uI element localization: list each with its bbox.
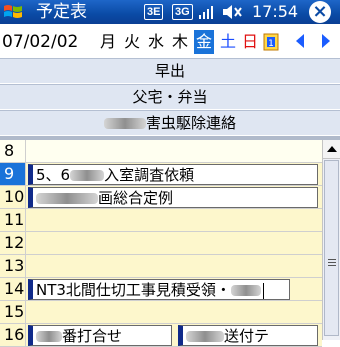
appointment-14-editing[interactable]: NT3北間仕切工事見積受領・ — [28, 279, 290, 300]
hour-label: 14 — [0, 278, 26, 300]
date-bar: 07/02/02 月 火 水 木 金 土 日 1 — [0, 26, 340, 58]
hour-label: 9 — [0, 163, 26, 185]
redacted-text — [186, 331, 224, 342]
hour-row[interactable]: 12 — [0, 232, 322, 255]
signal-icon[interactable] — [198, 4, 214, 20]
hour-label: 8 — [0, 140, 26, 162]
appointment-text: 画総合定例 — [98, 189, 174, 207]
week-view-icon[interactable]: 1 — [262, 31, 282, 53]
windows-start-icon[interactable] — [2, 2, 24, 22]
battery-icon[interactable]: 3E — [144, 4, 164, 20]
all-day-event[interactable]: 害虫駆除連絡 — [0, 110, 340, 135]
current-date[interactable]: 07/02/02 — [2, 31, 78, 53]
app-title: 予定表 — [36, 2, 87, 22]
hour-label: 13 — [0, 255, 26, 277]
appointment-text: NT3北間仕切工事見積受領・ — [36, 281, 231, 299]
redacted-text — [230, 285, 261, 296]
hour-row[interactable]: 11 — [0, 209, 322, 232]
grip-line — [328, 259, 336, 260]
scroll-up-button[interactable] — [323, 140, 340, 159]
svg-text:1: 1 — [268, 39, 274, 49]
hour-label: 11 — [0, 209, 26, 231]
appointment-10[interactable]: 画総合定例 — [28, 187, 318, 208]
day-tue[interactable]: 火 — [122, 30, 142, 54]
all-day-event[interactable]: 父宅・弁当 — [0, 84, 340, 109]
day-mon[interactable]: 月 — [98, 30, 118, 54]
scroll-thumb[interactable] — [324, 160, 339, 336]
hour-row[interactable]: 13 — [0, 255, 322, 278]
day-thu[interactable]: 木 — [170, 30, 190, 54]
grip-line — [328, 265, 336, 266]
vertical-scrollbar[interactable] — [322, 140, 340, 340]
day-sun[interactable]: 日 — [240, 30, 260, 54]
hour-row[interactable]: 15 — [0, 301, 322, 324]
appointment-text: 番打合せ — [62, 327, 123, 345]
hour-grid: 8 9 10 11 12 13 14 15 16 5、6 入室調査依頼 画総合定例… — [0, 140, 322, 347]
appointment-16a[interactable]: 番打合せ — [28, 325, 172, 346]
speaker-icon[interactable] — [222, 4, 246, 20]
network-3g-icon[interactable]: 3G — [172, 4, 193, 20]
next-week-button[interactable] — [322, 34, 330, 48]
appointment-text: 送付テ — [224, 327, 270, 345]
redacted-text — [36, 193, 98, 204]
redacted-text — [70, 170, 105, 181]
hour-row[interactable]: 8 — [0, 140, 322, 163]
title-bar: 予定表 3E 3G 17:54 × — [0, 0, 340, 24]
appointment-16b[interactable]: 送付テ — [178, 325, 318, 346]
event-label: 害虫駆除連絡 — [145, 114, 236, 132]
text-cursor — [262, 282, 264, 299]
hour-label: 15 — [0, 301, 26, 323]
day-fri-selected[interactable]: 金 — [194, 30, 214, 54]
day-wed[interactable]: 水 — [146, 30, 166, 54]
hour-label: 12 — [0, 232, 26, 254]
grip-line — [328, 262, 336, 263]
appointment-text: 5、6 — [36, 166, 71, 184]
appointment-text: 入室調査依頼 — [104, 166, 195, 184]
hour-label: 10 — [0, 186, 26, 208]
prev-week-button[interactable] — [296, 34, 304, 48]
all-day-event[interactable]: 早出 — [0, 58, 340, 83]
redacted-text — [36, 331, 62, 342]
close-button[interactable]: × — [309, 1, 331, 23]
appointment-9[interactable]: 5、6 入室調査依頼 — [28, 164, 318, 185]
redacted-text — [103, 118, 146, 129]
clock[interactable]: 17:54 — [252, 1, 298, 23]
hour-label: 16 — [0, 324, 26, 346]
day-sat[interactable]: 土 — [218, 30, 238, 54]
